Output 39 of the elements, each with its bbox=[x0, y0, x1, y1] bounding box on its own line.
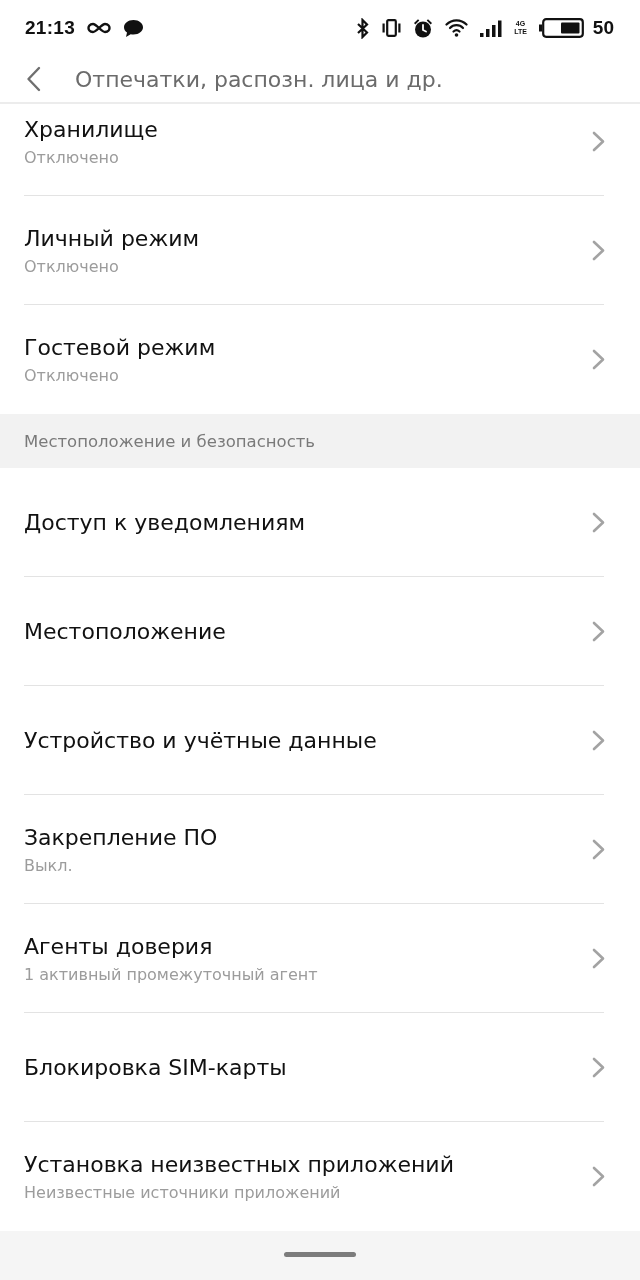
infinity-icon bbox=[87, 22, 112, 34]
setting-title: Закрепление ПО bbox=[24, 823, 218, 852]
setting-status: Отключено bbox=[24, 255, 120, 277]
chevron-right-icon bbox=[592, 730, 605, 751]
chevron-right-icon bbox=[592, 839, 605, 860]
setting-status: Отключено bbox=[24, 364, 120, 386]
setting-title: Доступ к уведомлениям bbox=[24, 508, 306, 537]
vibrate-icon bbox=[382, 19, 402, 37]
battery-icon bbox=[538, 18, 584, 38]
signal-strength-icon bbox=[480, 19, 503, 37]
chevron-right-icon bbox=[592, 349, 605, 370]
setting-title: Устройство и учётные данные bbox=[24, 726, 377, 755]
setting-status: Неизвестные источники приложений bbox=[24, 1181, 342, 1203]
page-title: Отпечатки, распозн. лица и др. bbox=[75, 66, 443, 92]
chat-bubble-icon bbox=[123, 18, 145, 38]
battery-percentage: 50 bbox=[592, 17, 614, 39]
setting-title: Личный режим bbox=[24, 224, 200, 253]
chevron-right-icon bbox=[592, 1057, 605, 1078]
setting-title: Установка неизвестных приложений bbox=[24, 1150, 454, 1179]
chevron-right-icon bbox=[592, 621, 605, 642]
setting-status: Отключено bbox=[24, 146, 120, 168]
setting-title: Местоположение bbox=[24, 617, 226, 646]
back-button[interactable] bbox=[26, 66, 41, 92]
status-time: 21:13 bbox=[25, 17, 76, 39]
setting-title: Агенты доверия bbox=[24, 932, 214, 961]
setting-title: Гостевой режим bbox=[24, 333, 216, 362]
setting-status: Выкл. bbox=[24, 854, 74, 876]
alarm-clock-icon bbox=[413, 18, 434, 38]
chevron-right-icon bbox=[592, 948, 605, 969]
chevron-right-icon bbox=[592, 512, 605, 533]
chevron-right-icon bbox=[592, 240, 605, 261]
chevron-right-icon bbox=[592, 1166, 605, 1187]
section-header: Местоположение и безопасность bbox=[0, 414, 640, 468]
setting-title: Хранилище bbox=[24, 115, 158, 144]
wifi-icon bbox=[445, 19, 469, 37]
chevron-right-icon bbox=[592, 131, 605, 152]
setting-title: Блокировка SIM-карты bbox=[24, 1053, 287, 1082]
bluetooth-icon bbox=[356, 17, 371, 39]
setting-status: 1 активный промежуточный агент bbox=[24, 963, 318, 985]
